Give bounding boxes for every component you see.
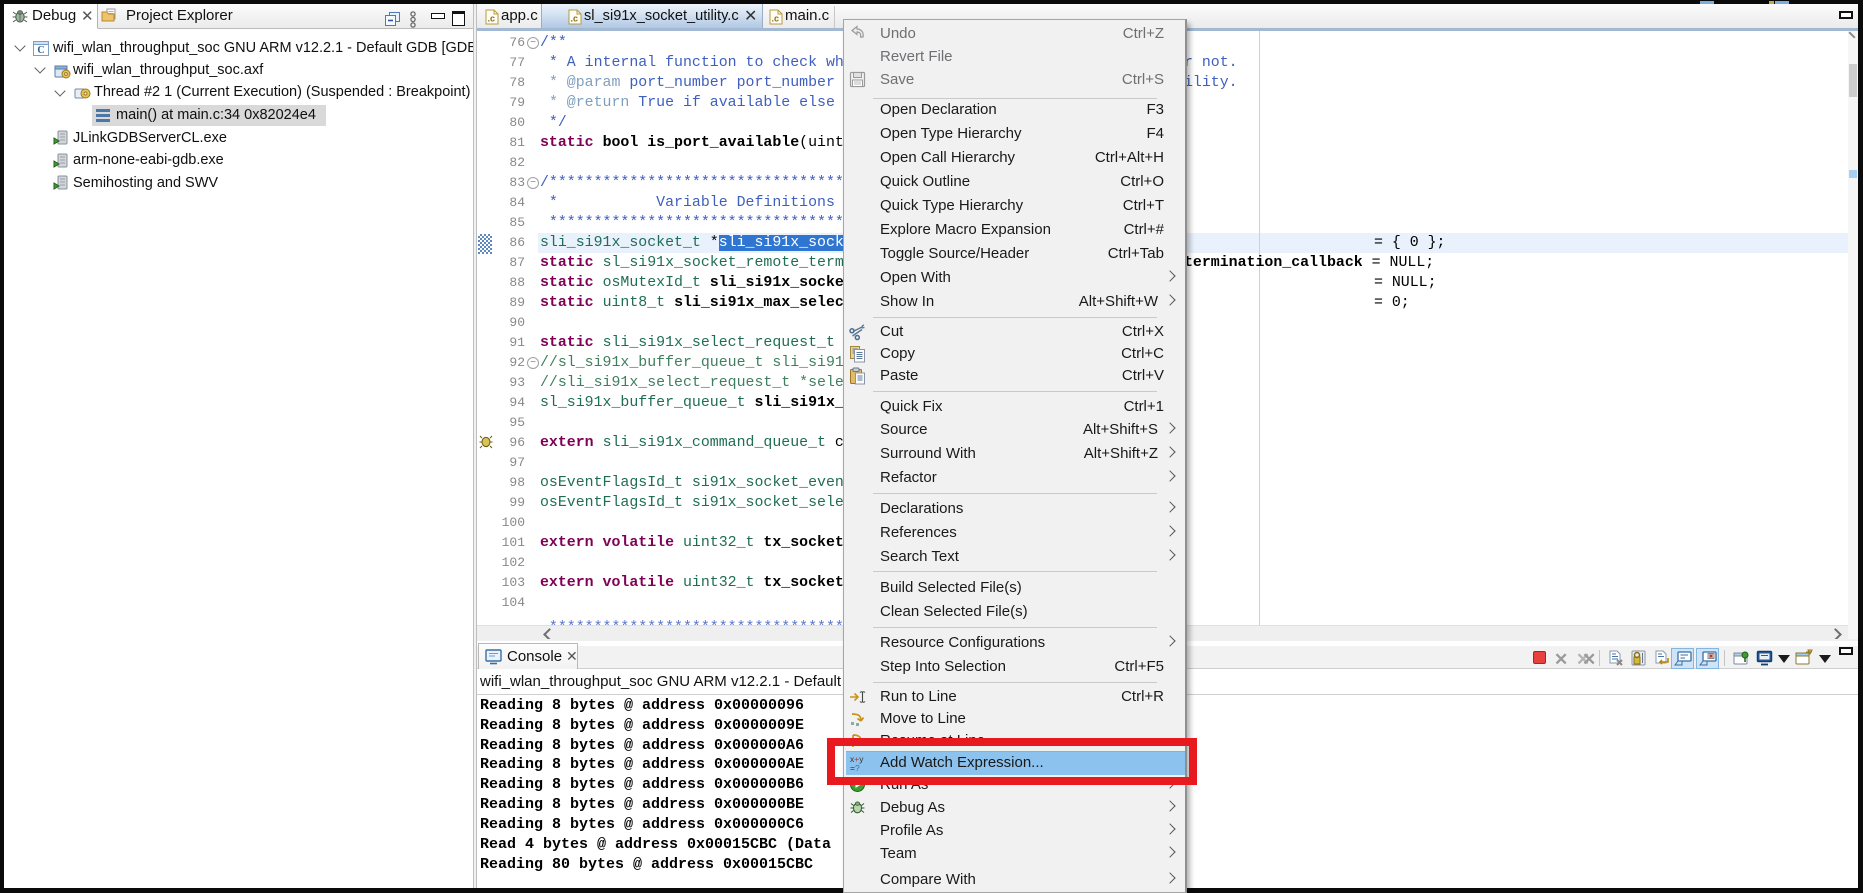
svg-text:.c: .c bbox=[488, 14, 496, 24]
svg-text:.c: .c bbox=[772, 14, 780, 24]
svg-text:C: C bbox=[37, 45, 44, 56]
svg-text:.c: .c bbox=[571, 14, 579, 24]
